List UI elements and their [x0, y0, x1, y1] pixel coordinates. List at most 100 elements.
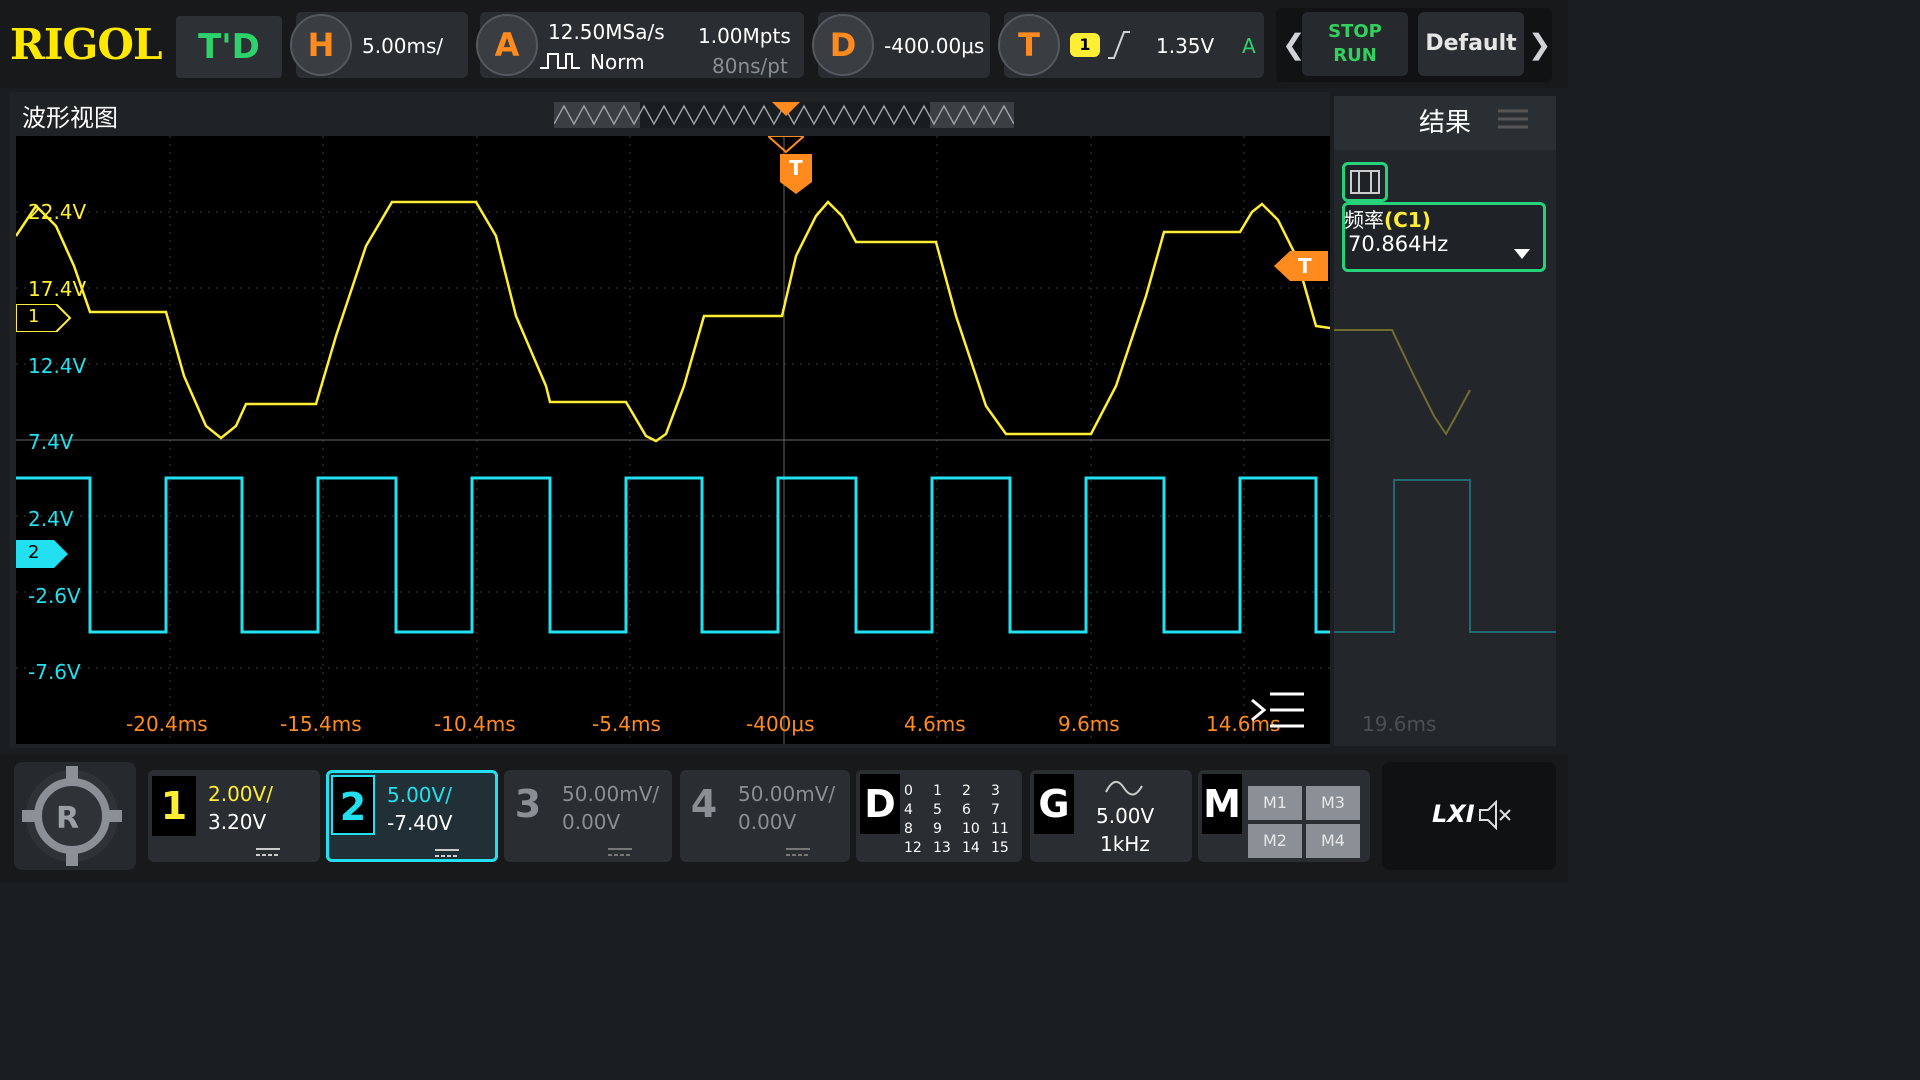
- channel-1-offset: 3.20V: [208, 810, 267, 834]
- home-gear-button[interactable]: R: [14, 762, 136, 870]
- digital-bit: 2: [962, 783, 971, 799]
- channel-3-scale: 50.00mV/: [562, 782, 660, 806]
- trigger-sweep-mode: A: [1242, 34, 1256, 58]
- chevron-right-icon[interactable]: ❯: [1528, 28, 1551, 61]
- channel-2-offset: -7.40V: [387, 811, 453, 835]
- svg-text:R: R: [56, 801, 79, 836]
- digital-bit: 6: [962, 802, 971, 818]
- run-label: RUN: [1333, 45, 1377, 66]
- trigger-position-outline-icon: [765, 135, 807, 154]
- trigger-position-marker[interactable]: T: [780, 154, 812, 194]
- math-m2-button[interactable]: M2: [1248, 824, 1302, 858]
- channel-4-control[interactable]: 4 50.00mV/ 0.00V: [680, 770, 850, 862]
- measure-label: 频率(C1): [1344, 204, 1431, 233]
- measure-name: 频率: [1344, 208, 1384, 232]
- time-label: -10.4ms: [434, 712, 516, 736]
- speaker-muted-icon[interactable]: [1476, 799, 1512, 831]
- digital-bit: 13: [933, 840, 951, 856]
- dc-coupling-icon: [608, 842, 632, 856]
- generator-amplitude: 5.00V: [1096, 804, 1155, 828]
- digital-bit: 11: [991, 821, 1009, 837]
- acquire-mode: Norm: [590, 50, 645, 74]
- horizontal-key[interactable]: H: [290, 14, 352, 76]
- trigger-level: 1.35V: [1156, 34, 1215, 58]
- channel-3-control[interactable]: 3 50.00mV/ 0.00V: [504, 770, 672, 862]
- volt-label: 17.4V: [28, 277, 87, 301]
- math-m4-button[interactable]: M4: [1306, 824, 1360, 858]
- time-label: 4.6ms: [904, 712, 966, 736]
- math-m1-button[interactable]: M1: [1248, 786, 1302, 820]
- ch1-offset-marker[interactable]: 1: [15, 303, 72, 333]
- measure-tab-icon[interactable]: [1342, 162, 1388, 202]
- volt-label: 22.4V: [28, 200, 87, 224]
- acquire-pulse-icon: [540, 48, 580, 72]
- time-label: -400μs: [746, 712, 815, 736]
- time-label: -20.4ms: [126, 712, 208, 736]
- sine-wave-icon: [1104, 778, 1144, 798]
- channel-1-scale: 2.00V/: [208, 782, 273, 806]
- digital-bit: 4: [904, 802, 913, 818]
- channel-4-offset: 0.00V: [738, 810, 797, 834]
- waveform-view-title: 波形视图: [22, 104, 118, 132]
- measure-value: 70.864Hz: [1348, 232, 1449, 256]
- memory-depth: 1.00Mpts: [698, 24, 791, 48]
- channel-1-control[interactable]: 1 2.00V/ 3.20V: [148, 770, 320, 862]
- digital-bit: 0: [904, 783, 913, 799]
- dc-coupling-icon: [435, 843, 459, 857]
- channel-2-scale: 5.00V/: [387, 783, 452, 807]
- volt-label: 12.4V: [28, 354, 87, 378]
- math-control[interactable]: M M1 M3 M2 M4: [1198, 770, 1370, 862]
- delay-key[interactable]: D: [812, 14, 874, 76]
- digital-bit-grid: 0123 4567 8 9 10 11 12 13 14 15: [904, 782, 1020, 858]
- digital-key: D: [860, 774, 900, 834]
- acquire-key[interactable]: A: [476, 14, 538, 76]
- time-domain-mode-button[interactable]: T'D: [176, 16, 282, 78]
- math-m3-button[interactable]: M3: [1306, 786, 1360, 820]
- time-label: -5.4ms: [592, 712, 661, 736]
- channel-4-number: 4: [690, 782, 718, 826]
- rigol-logo: RIGOL: [10, 20, 163, 69]
- menu-collapse-icon[interactable]: [1250, 690, 1306, 730]
- trigger-key[interactable]: T: [998, 14, 1060, 76]
- horizontal-scale: 5.00ms/: [362, 34, 444, 58]
- time-label: -15.4ms: [280, 712, 362, 736]
- channel-2-control[interactable]: 2 5.00V/ -7.40V: [326, 770, 498, 862]
- run-stop-button[interactable]: STOP RUN: [1302, 12, 1408, 76]
- channel-1-number: 1: [152, 776, 196, 836]
- delay-value: -400.00μs: [884, 34, 985, 58]
- channel-3-offset: 0.00V: [562, 810, 621, 834]
- channel-4-scale: 50.00mV/: [738, 782, 836, 806]
- digital-bit: 12: [904, 840, 922, 856]
- dc-coupling-icon: [786, 842, 810, 856]
- digital-bit: 5: [933, 802, 942, 818]
- waveform-grid[interactable]: [16, 136, 1330, 744]
- measure-source: (C1): [1384, 208, 1431, 232]
- dc-coupling-icon: [256, 842, 280, 856]
- results-menu-icon[interactable]: [1498, 108, 1528, 130]
- channel-2-number: 2: [331, 775, 375, 835]
- time-per-point: 80ns/pt: [712, 54, 788, 78]
- memory-overview-bar[interactable]: [553, 102, 1015, 128]
- math-key: M: [1202, 774, 1242, 834]
- digital-bit: 1: [933, 783, 942, 799]
- stop-label: STOP: [1328, 21, 1382, 42]
- lxi-logo: LXI: [1432, 800, 1475, 828]
- digital-bit: 15: [991, 840, 1009, 856]
- digital-bit: 10: [962, 821, 980, 837]
- rising-edge-icon: [1106, 30, 1132, 60]
- generator-control[interactable]: G 5.00V 1kHz: [1030, 770, 1192, 862]
- generator-key: G: [1034, 774, 1074, 834]
- ch2-offset-marker[interactable]: 2: [16, 540, 68, 568]
- default-button[interactable]: Default: [1418, 12, 1524, 76]
- digital-bit: 7: [991, 802, 1000, 818]
- volt-label: -7.6V: [28, 660, 81, 684]
- volt-label: 7.4V: [28, 430, 74, 454]
- channel-3-number: 3: [514, 782, 542, 826]
- dropdown-arrow-icon[interactable]: [1512, 246, 1532, 260]
- trigger-level-marker[interactable]: T: [1274, 251, 1328, 281]
- volt-label: 2.4V: [28, 507, 74, 531]
- digital-channels-control[interactable]: D 0123 4567 8 9 10 11 12 13 14 15: [856, 770, 1022, 862]
- digital-bit: 9: [933, 821, 942, 837]
- sample-rate: 12.50MSa/s: [548, 20, 665, 44]
- volt-label: -2.6V: [28, 584, 81, 608]
